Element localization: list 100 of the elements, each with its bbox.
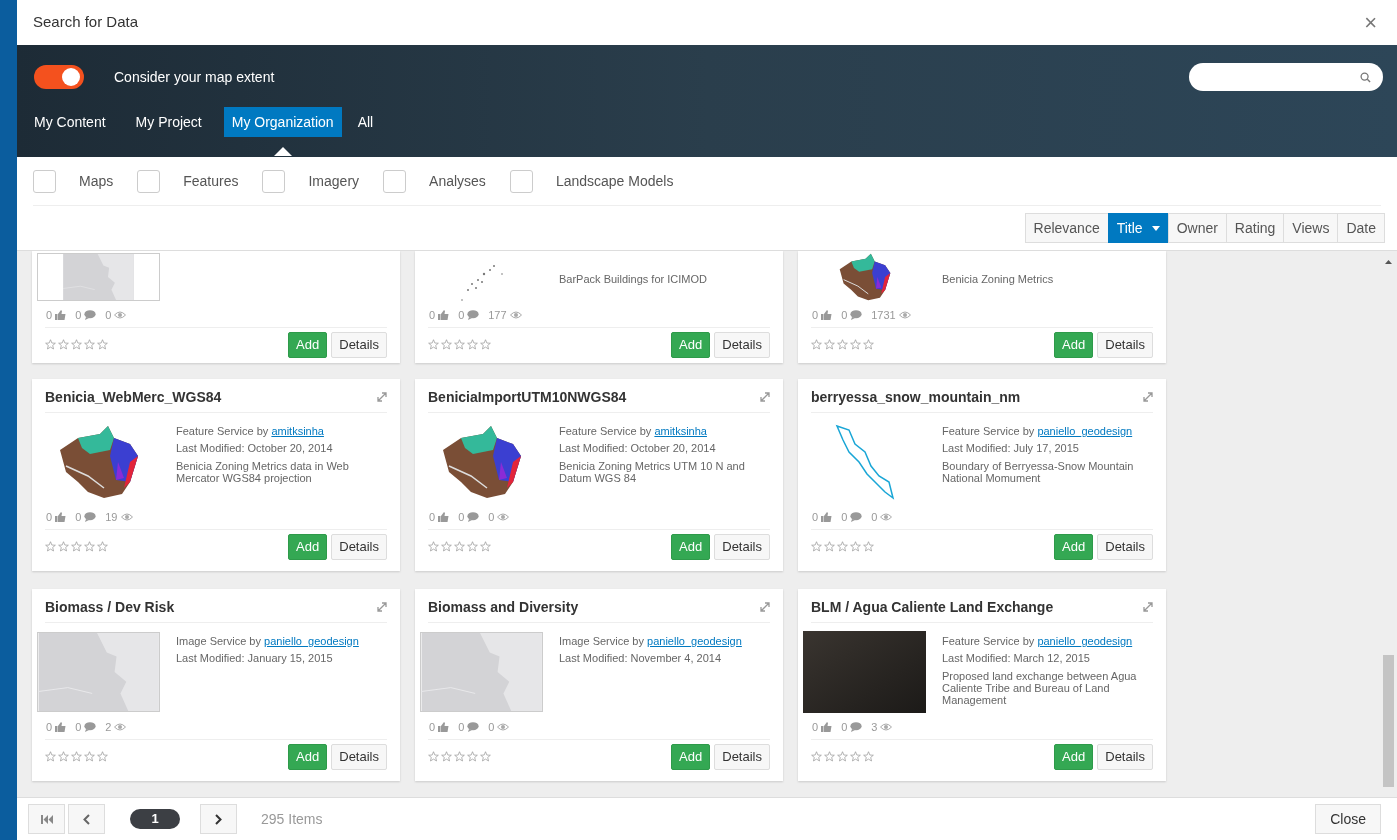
comment-count: 0 [458, 509, 465, 525]
checkbox[interactable] [383, 169, 407, 193]
expand-icon[interactable] [377, 392, 387, 402]
view-count: 2 [105, 719, 112, 735]
sort-option[interactable]: Title [1107, 213, 1169, 243]
card-title: berryessa_snow_mountain_nm [811, 387, 1021, 407]
modified-date: Last Modified: October 20, 2014 [176, 442, 334, 454]
next-page-button[interactable] [200, 804, 237, 834]
star-rating[interactable] [811, 541, 874, 552]
thumbs-up-icon [821, 512, 833, 522]
item-description: Benicia Zoning Metrics UTM 10 N and Datum WGS 84 [559, 460, 746, 484]
star-rating[interactable] [45, 541, 108, 552]
comment-count: 0 [458, 719, 465, 735]
comment-count: 0 [841, 719, 848, 735]
close-button[interactable]: Close [1315, 804, 1381, 834]
like-count: 0 [429, 719, 436, 735]
owner-link[interactable]: paniello_geodesign [264, 635, 359, 647]
tab[interactable]: My Content [26, 107, 114, 137]
star-rating[interactable] [428, 541, 491, 552]
checkbox[interactable] [509, 169, 533, 193]
comment-icon [84, 722, 97, 732]
first-page-button[interactable] [28, 804, 65, 834]
expand-icon[interactable] [1143, 392, 1153, 402]
eye-icon [880, 723, 893, 731]
filter-label: Analyses [429, 171, 486, 191]
thumbs-up-icon [821, 310, 833, 320]
tab[interactable]: My Project [127, 107, 210, 137]
comment-count: 0 [458, 307, 465, 323]
details-button[interactable]: Details [714, 533, 770, 560]
expand-icon[interactable] [1143, 602, 1153, 612]
comment-count: 0 [75, 509, 82, 525]
details-button[interactable]: Details [331, 331, 387, 358]
expand-icon[interactable] [760, 392, 770, 402]
thumbs-up-icon [438, 722, 450, 732]
sort-option[interactable]: Rating [1225, 213, 1285, 243]
item-description: Boundary of Berryessa-Snow Mountain National Momument [942, 460, 1135, 484]
like-count: 0 [46, 509, 53, 525]
search-field[interactable] [1189, 63, 1383, 91]
owner-link[interactable]: paniello_geodesign [1037, 635, 1133, 647]
scatter-map-thumbnail [460, 265, 503, 301]
details-button[interactable]: Details [331, 743, 387, 770]
card-title: BLM / Agua Caliente Land Exchange [811, 597, 1054, 617]
tab[interactable]: All [349, 107, 382, 137]
checkbox[interactable] [137, 169, 161, 193]
item-description: BarPack Buildings for ICIMOD [559, 273, 707, 285]
star-rating[interactable] [811, 339, 874, 350]
owner-link[interactable]: paniello_geodesign [647, 635, 742, 647]
toggle-label: Consider your map extent [114, 67, 275, 87]
star-rating[interactable] [45, 339, 108, 350]
service-line: Image Service by paniello_geodesign [559, 635, 742, 647]
comment-icon [467, 722, 480, 732]
card-title: Biomass / Dev Risk [45, 597, 175, 617]
toggle-switch[interactable] [34, 65, 84, 89]
sort-option[interactable]: Date [1337, 213, 1385, 243]
details-button[interactable]: Details [1097, 743, 1153, 770]
scroll-up-icon[interactable] [1384, 260, 1392, 264]
sort-option[interactable]: Owner [1167, 213, 1227, 243]
like-count: 0 [812, 307, 819, 323]
eye-icon [120, 513, 133, 521]
scrollbar-thumb[interactable] [1382, 655, 1394, 787]
modified-date: Last Modified: January 15, 2015 [176, 652, 334, 664]
eye-icon [880, 513, 893, 521]
tab-pointer-icon [273, 147, 292, 156]
sort-option[interactable]: Views [1283, 213, 1339, 243]
star-rating[interactable] [45, 751, 108, 762]
star-rating[interactable] [428, 751, 491, 762]
sort-option[interactable]: Relevance [1024, 213, 1109, 243]
details-button[interactable]: Details [1097, 331, 1153, 358]
thumbs-up-icon [55, 722, 67, 732]
eye-icon [497, 723, 510, 731]
details-button[interactable]: Details [331, 533, 387, 560]
eye-icon [898, 311, 911, 319]
comment-icon [850, 722, 863, 732]
comment-count: 0 [75, 307, 82, 323]
thumbs-up-icon [438, 310, 450, 320]
expand-icon[interactable] [760, 602, 770, 612]
checkbox[interactable] [262, 169, 286, 193]
card-title: Biomass and Diversity [428, 597, 579, 617]
checkbox[interactable] [33, 169, 56, 193]
search-icon [1360, 71, 1371, 83]
star-rating[interactable] [811, 751, 874, 762]
comment-icon [850, 512, 863, 522]
star-rating[interactable] [428, 339, 491, 350]
details-button[interactable]: Details [714, 743, 770, 770]
owner-link[interactable]: amitksinha [654, 425, 707, 437]
owner-link[interactable]: paniello_geodesign [1037, 425, 1133, 437]
view-count: 1731 [871, 307, 896, 323]
current-page-button[interactable]: 1 [130, 809, 180, 829]
modified-date: Last Modified: October 20, 2014 [559, 442, 717, 454]
details-button[interactable]: Details [1097, 533, 1153, 560]
view-count: 0 [488, 719, 495, 735]
comment-count: 0 [841, 509, 848, 525]
thumbs-up-icon [55, 310, 67, 320]
service-line: Feature Service by amitksinha [176, 425, 325, 437]
like-count: 0 [429, 307, 436, 323]
details-button[interactable]: Details [714, 331, 770, 358]
expand-icon[interactable] [377, 602, 387, 612]
previous-page-button[interactable] [68, 804, 105, 834]
owner-link[interactable]: amitksinha [271, 425, 324, 437]
filter-label: Landscape Models [555, 171, 674, 191]
